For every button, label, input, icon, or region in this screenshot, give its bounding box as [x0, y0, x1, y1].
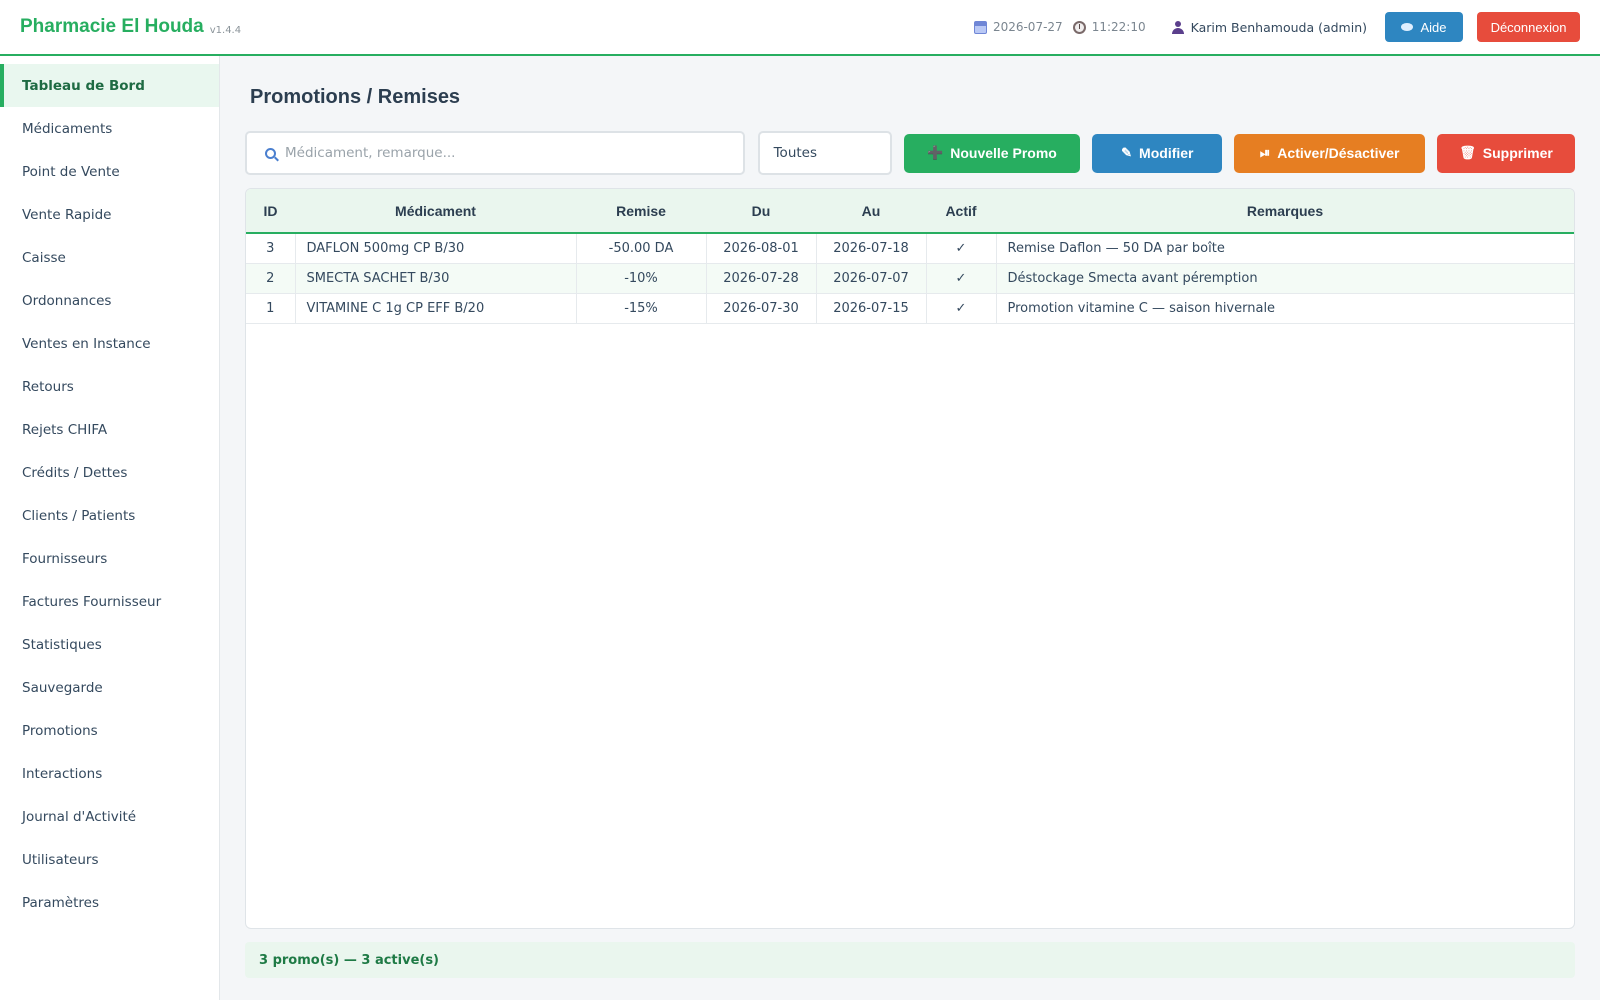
cell-au: 2026-07-18 [816, 233, 927, 264]
search-icon [265, 147, 276, 159]
sidebar-item-rejets-chifa[interactable]: Rejets CHIFA [0, 408, 219, 451]
cell-actif-check: ✓ [926, 293, 997, 324]
cell-medicament: VITAMINE C 1g CP EFF B/20 [295, 293, 577, 324]
cell-remise: -10% [576, 263, 707, 294]
new-promo-label: Nouvelle Promo [950, 145, 1057, 161]
column-header-id[interactable]: ID [246, 189, 295, 234]
column-header-medicament[interactable]: Médicament [295, 189, 576, 234]
cell-id: 1 [246, 293, 296, 324]
cell-actif-check: ✓ [926, 263, 997, 294]
current-user: Karim Benhamouda (admin) [1171, 19, 1367, 35]
column-header-actif[interactable]: Actif [926, 189, 996, 234]
sidebar-item-journal-activite[interactable]: Journal d'Activité [0, 795, 219, 838]
trash-icon: 🗑 [1459, 145, 1476, 160]
toggle-label: Activer/Désactiver [1277, 145, 1400, 161]
top-bar: Pharmacie El Houda v1.4.4 2026-07-27 11:… [0, 0, 1600, 56]
speech-bubble-icon [1401, 23, 1414, 31]
sidebar-item-clients-patients[interactable]: Clients / Patients [0, 494, 219, 537]
table-header-row: ID Médicament Remise Du Au Actif Remarqu… [246, 189, 1574, 234]
cell-du: 2026-08-01 [706, 233, 817, 264]
cell-remarques: Remise Daflon — 50 DA par boîte [996, 233, 1574, 264]
page-title: Promotions / Remises [250, 86, 461, 108]
column-header-remarques[interactable]: Remarques [996, 189, 1574, 234]
app-brand: Pharmacie El Houda [20, 16, 204, 37]
sidebar-item-credits-dettes[interactable]: Crédits / Dettes [0, 451, 219, 494]
column-header-remise[interactable]: Remise [576, 189, 706, 234]
logout-button[interactable]: Déconnexion [1477, 12, 1580, 42]
cell-id: 3 [246, 233, 296, 264]
app-version: v1.4.4 [209, 24, 242, 36]
plus-icon: ➕ [927, 145, 944, 160]
sidebar-item-ventes-en-instance[interactable]: Ventes en Instance [0, 322, 219, 365]
toggle-active-button[interactable]: ⏯ Activer/Désactiver [1234, 133, 1426, 173]
cell-id: 2 [246, 263, 296, 294]
cell-remise: -15% [576, 293, 707, 324]
user-name: Karim Benhamouda (admin) [1190, 19, 1367, 35]
edit-label: Modifier [1139, 145, 1194, 161]
delete-button[interactable]: 🗑 Supprimer [1437, 133, 1575, 173]
sidebar-item-fournisseurs[interactable]: Fournisseurs [0, 537, 219, 580]
sidebar-item-vente-rapide[interactable]: Vente Rapide [0, 193, 219, 236]
calendar-icon [973, 20, 987, 34]
cell-medicament: SMECTA SACHET B/30 [295, 263, 577, 294]
sidebar-item-retours[interactable]: Retours [0, 365, 219, 408]
sidebar-item-parametres[interactable]: Paramètres [0, 881, 219, 924]
time-text: 11:22:10 [1091, 20, 1146, 34]
help-button[interactable]: Aide [1385, 12, 1463, 42]
table-row[interactable]: 1 VITAMINE C 1g CP EFF B/20 -15% 2026-07… [246, 293, 1574, 324]
cell-du: 2026-07-30 [706, 293, 817, 324]
table-row[interactable]: 2 SMECTA SACHET B/30 -10% 2026-07-28 202… [246, 263, 1574, 294]
sidebar: Tableau de Bord Médicaments Point de Ven… [0, 56, 220, 1000]
promotions-table-panel: ID Médicament Remise Du Au Actif Remarqu… [245, 188, 1575, 929]
sidebar-item-factures-fournisseur[interactable]: Factures Fournisseur [0, 580, 219, 623]
sidebar-item-utilisateurs[interactable]: Utilisateurs [0, 838, 219, 881]
clock-icon [1072, 20, 1086, 34]
column-header-du[interactable]: Du [706, 189, 816, 234]
status-summary: 3 promo(s) — 3 active(s) [245, 942, 1575, 978]
top-bar-right: 2026-07-27 11:22:10 Karim Benhamouda (ad… [973, 12, 1580, 42]
date-text: 2026-07-27 [992, 20, 1063, 34]
cell-remise: -50.00 DA [576, 233, 707, 264]
column-header-au[interactable]: Au [816, 189, 926, 234]
sidebar-item-tableau-de-bord[interactable]: Tableau de Bord [0, 64, 219, 107]
user-icon [1171, 20, 1184, 34]
cell-au: 2026-07-07 [816, 263, 927, 294]
search-input[interactable] [285, 145, 725, 161]
sidebar-item-interactions[interactable]: Interactions [0, 752, 219, 795]
play-pause-icon: ⏯ [1259, 145, 1271, 160]
sidebar-item-caisse[interactable]: Caisse [0, 236, 219, 279]
time-display: 11:22:10 [1072, 20, 1146, 34]
cell-remarques: Déstockage Smecta avant péremption [996, 263, 1574, 294]
edit-button[interactable]: ✎ Modifier [1092, 133, 1223, 173]
cell-actif-check: ✓ [926, 233, 997, 264]
toolbar: Toutes ➕ Nouvelle Promo ✎ Modifier ⏯ Act… [245, 131, 1575, 175]
table-row[interactable]: 3 DAFLON 500mg CP B/30 -50.00 DA 2026-08… [246, 233, 1574, 264]
main-content: Promotions / Remises Toutes ➕ Nouvelle P… [220, 56, 1600, 1000]
status-filter-select[interactable]: Toutes [757, 131, 892, 175]
date-display: 2026-07-27 [973, 20, 1063, 34]
sidebar-item-medicaments[interactable]: Médicaments [0, 107, 219, 150]
sidebar-item-sauvegarde[interactable]: Sauvegarde [0, 666, 219, 709]
sidebar-item-statistiques[interactable]: Statistiques [0, 623, 219, 666]
cell-au: 2026-07-15 [816, 293, 927, 324]
cell-du: 2026-07-28 [706, 263, 817, 294]
cell-medicament: DAFLON 500mg CP B/30 [295, 233, 577, 264]
sidebar-item-point-de-vente[interactable]: Point de Vente [0, 150, 219, 193]
search-box[interactable] [245, 131, 745, 175]
help-label: Aide [1420, 19, 1447, 35]
new-promo-button[interactable]: ➕ Nouvelle Promo [903, 133, 1081, 173]
delete-label: Supprimer [1482, 145, 1553, 161]
cell-remarques: Promotion vitamine C — saison hivernale [996, 293, 1574, 324]
sidebar-item-ordonnances[interactable]: Ordonnances [0, 279, 219, 322]
pencil-icon: ✎ [1121, 145, 1133, 160]
promotions-table: ID Médicament Remise Du Au Actif Remarqu… [246, 189, 1574, 324]
sidebar-item-promotions[interactable]: Promotions [0, 709, 219, 752]
